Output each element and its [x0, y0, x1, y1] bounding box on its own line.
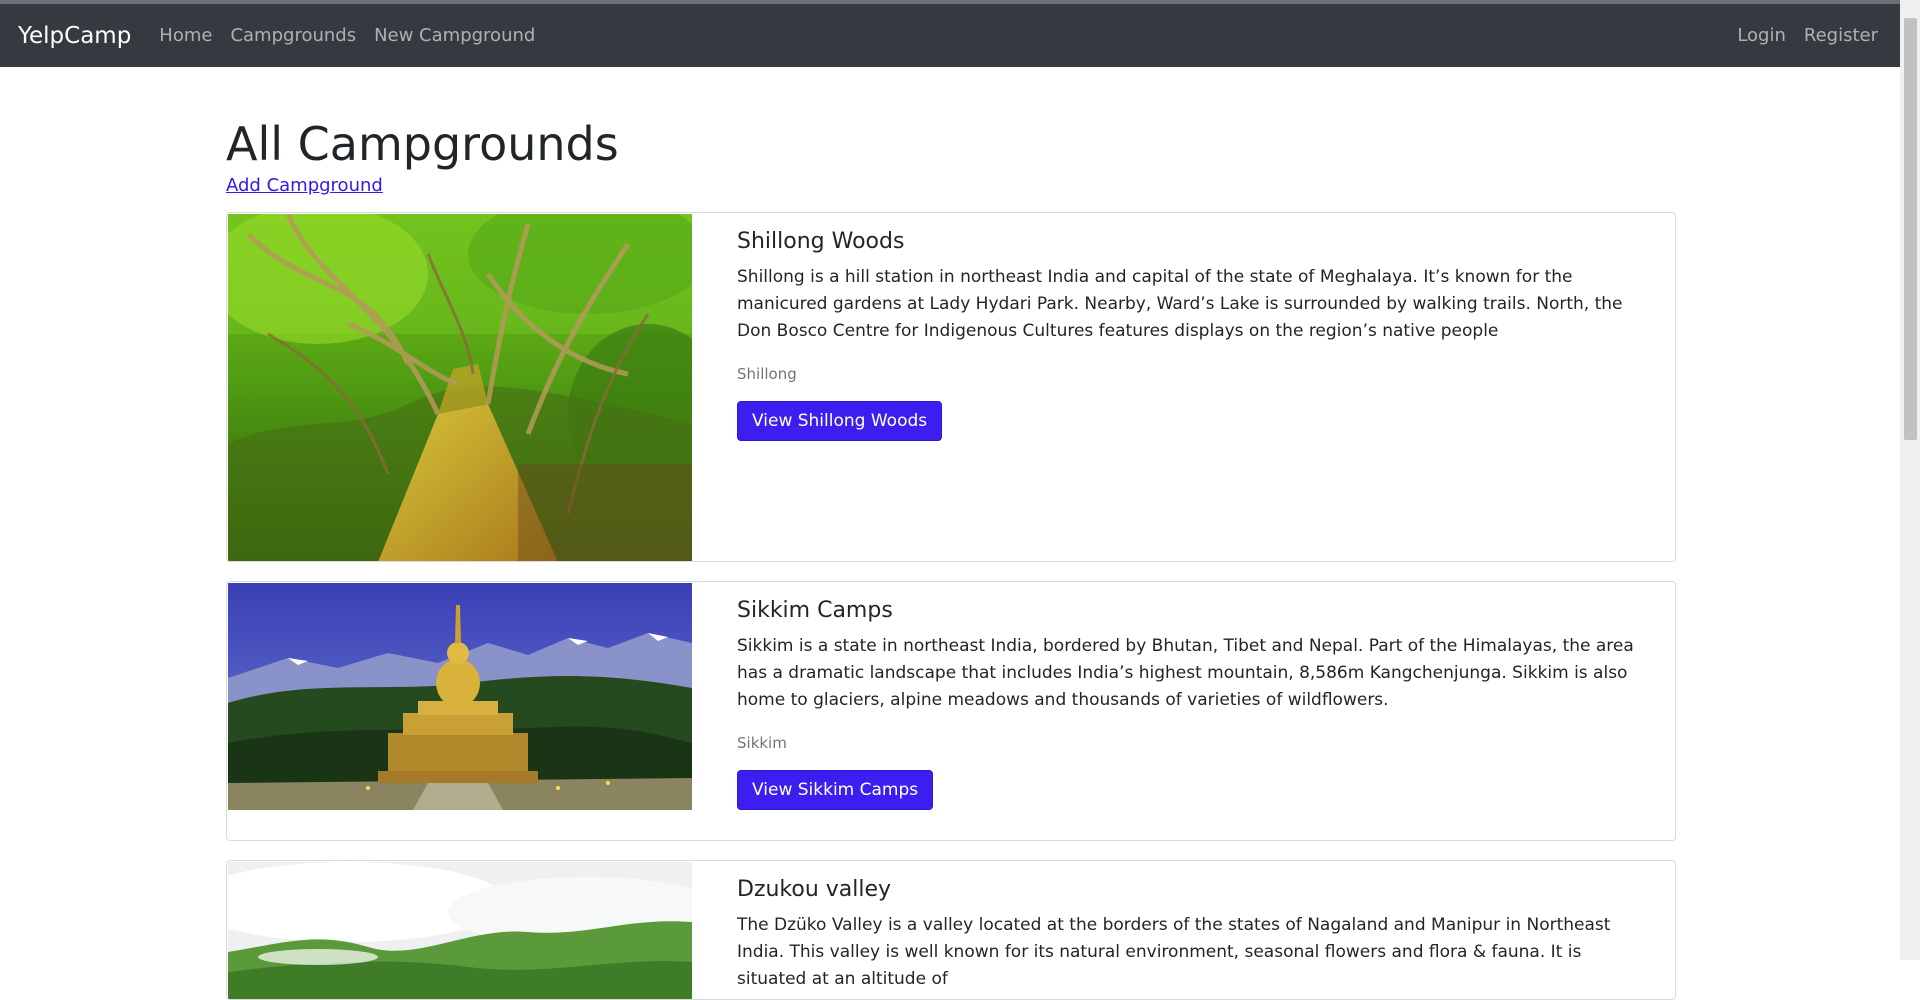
view-sikkim-camps-button[interactable]: View Sikkim Camps: [737, 770, 934, 810]
nav-link-new-campground[interactable]: New Campground: [374, 25, 535, 46]
campground-image-dzukou: [228, 862, 692, 999]
card-location: Sikkim: [737, 734, 787, 752]
card-title: Sikkim Camps: [737, 598, 893, 623]
card-body-shillong: Shillong Woods Shillong is a hill statio…: [737, 229, 1647, 441]
add-campground-link[interactable]: Add Campground: [226, 175, 383, 196]
card-body-sikkim: Sikkim Camps Sikkim is a state in northe…: [737, 598, 1647, 810]
card-location: Shillong: [737, 365, 797, 383]
forest-root-bridge-image: [228, 214, 692, 561]
campground-image-sikkim: [228, 583, 692, 810]
card-title: Dzukou valley: [737, 877, 892, 902]
campground-card-dzukou: Dzukou valley The Dzüko Valley is a vall…: [226, 860, 1676, 1000]
card-description: Shillong is a hill station in northeast …: [737, 267, 1623, 341]
scrollbar-thumb[interactable]: [1904, 18, 1917, 440]
nav-link-campgrounds[interactable]: Campgrounds: [230, 25, 356, 46]
main-container: All Campgrounds Add Campground: [226, 67, 1676, 196]
nav-link-register[interactable]: Register: [1804, 25, 1878, 46]
green-valley-image: [228, 862, 692, 999]
brand-logo[interactable]: YelpCamp: [18, 23, 131, 49]
page-scrollbar[interactable]: [1900, 0, 1920, 960]
nav-right-group: Login Register: [1719, 25, 1900, 46]
campground-card-sikkim: Sikkim Camps Sikkim is a state in northe…: [226, 581, 1676, 841]
campground-card-shillong: Shillong Woods Shillong is a hill statio…: [226, 212, 1676, 562]
campground-image-shillong: [228, 214, 692, 561]
page-title: All Campgrounds: [226, 117, 619, 171]
card-body-dzukou: Dzukou valley The Dzüko Valley is a vall…: [737, 877, 1647, 999]
nav-link-login[interactable]: Login: [1737, 25, 1786, 46]
navbar: YelpCamp Home Campgrounds New Campground…: [0, 4, 1900, 67]
nav-link-home[interactable]: Home: [159, 25, 212, 46]
card-description: The Dzüko Valley is a valley located at …: [737, 915, 1611, 989]
card-description: Sikkim is a state in northeast India, bo…: [737, 636, 1634, 710]
card-title: Shillong Woods: [737, 229, 905, 254]
buddha-statue-image: [228, 583, 692, 810]
view-shillong-woods-button[interactable]: View Shillong Woods: [737, 401, 943, 441]
